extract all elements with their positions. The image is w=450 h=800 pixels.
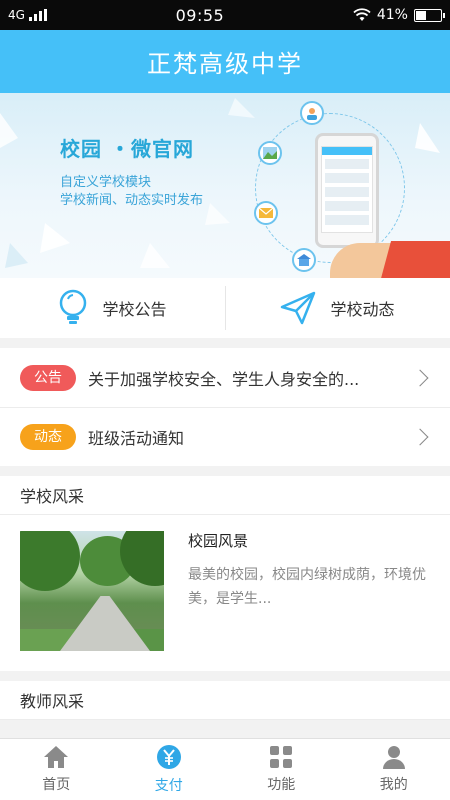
article-card[interactable]: 校园风景 最美的校园，校园内绿树成荫，环境优美，是学生... [0,515,450,671]
tab-functions[interactable]: 功能 [225,739,338,800]
notice-item[interactable]: 动态 班级活动通知 [0,407,450,466]
article-title: 校园风景 [188,532,249,550]
section-title: 学校风采 [0,476,450,515]
clock: 09:55 [175,5,225,25]
divider [225,286,226,330]
tab-home[interactable]: 首页 [0,739,113,800]
article-description: 最美的校园，校园内绿树成荫，环境优美，是学生... [188,567,426,607]
banner-subtitle-2: 学校新闻、动态实时发布 [60,193,204,208]
battery-icon [413,8,445,22]
paper-plane-icon [281,291,316,325]
mail-icon [254,201,278,225]
notice-title: 班级活动通知 [88,429,185,448]
notice-list: 公告 关于加强学校安全、学生人身安全的... 动态 班级活动通知 [0,348,450,466]
promo-banner[interactable]: 校园 ・微官网 自定义学校模块 学校新闻、动态实时发布 [0,93,450,278]
banner-subtitle-1: 自定义学校模块 [60,175,152,190]
tab-label: 支付 [154,778,183,794]
school-announcement-label: 学校公告 [102,300,167,319]
grid-icon [270,746,293,768]
tab-label: 首页 [42,777,71,793]
battery-percent: 41% [376,7,408,23]
notice-title: 关于加强学校安全、学生人身安全的... [88,369,360,389]
teacher-style-section: 教师风采 [0,681,450,720]
school-news-label: 学校动态 [330,300,395,319]
tab-label: 我的 [379,777,408,793]
tab-label: 功能 [267,777,296,793]
announcement-tag: 公告 [20,364,76,391]
school-announcement-button[interactable]: 学校公告 [0,278,225,338]
signal-indicator: 4G [8,8,47,22]
tab-profile[interactable]: 我的 [338,739,450,800]
section-title: 教师风采 [0,681,450,720]
signal-bars-icon [28,9,47,21]
wifi-icon [353,8,371,21]
chevron-right-icon [411,369,429,386]
yen-icon [156,745,181,769]
chevron-right-icon [411,428,429,446]
person-icon [300,101,324,125]
phone-illustration [315,133,379,248]
page-title: 正梵高级中学 [147,50,303,78]
status-bar: 4G 09:55 41% [0,0,450,30]
campus-photo [20,531,164,651]
tab-payment[interactable]: 支付 [113,739,226,800]
school-news-button[interactable]: 学校动态 [225,278,450,338]
photo-icon [258,141,282,165]
lightbulb-icon [60,289,87,324]
notice-item[interactable]: 公告 关于加强学校安全、学生人身安全的... [0,348,450,407]
school-style-section: 学校风采 校园风景 最美的校园，校园内绿树成荫，环境优美，是学生... [0,476,450,671]
news-tag: 动态 [20,424,76,450]
home-icon [44,746,69,768]
sleeve-illustration [378,241,450,278]
quick-nav: 学校公告 学校动态 [0,278,450,338]
network-type: 4G [8,8,25,22]
user-icon [382,746,405,769]
banner-title: 校园 ・微官网 [60,137,194,161]
app-header: 正梵高级中学 [0,30,450,93]
bottom-tab-bar: 首页 支付 功能 我的 [0,738,450,800]
school-building-icon [292,248,316,272]
